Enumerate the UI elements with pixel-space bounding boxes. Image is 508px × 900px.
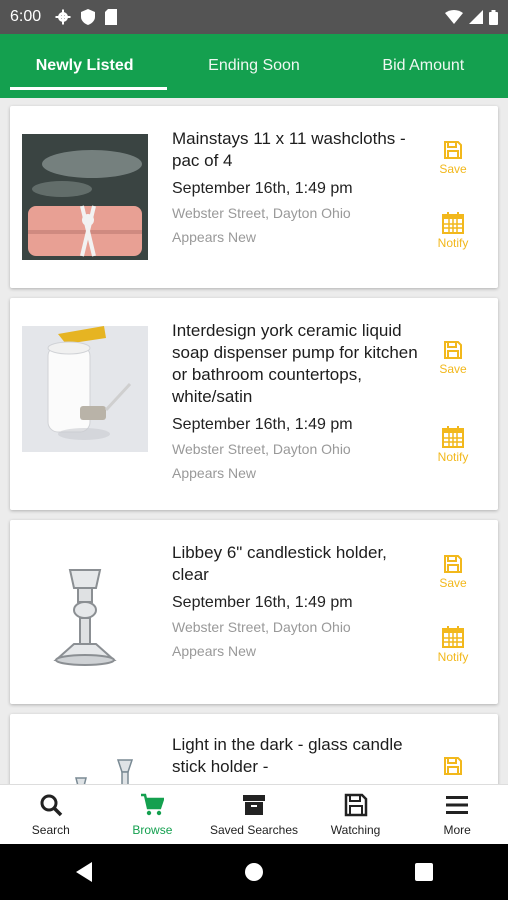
tab-newly-listed[interactable]: Newly Listed	[0, 34, 169, 98]
tab-bid-amount[interactable]: Bid Amount	[339, 34, 508, 98]
home-icon[interactable]	[243, 861, 265, 883]
archive-icon	[242, 794, 265, 815]
listing-condition: Appears New	[172, 465, 257, 481]
nav-label: More	[443, 822, 471, 837]
menu-icon	[446, 795, 469, 814]
save-button[interactable]	[428, 756, 478, 778]
product-image-candlestick	[22, 548, 148, 674]
nav-watching[interactable]: Watching	[305, 785, 407, 844]
listing-date: September 16th, 1:49 pm	[172, 594, 353, 611]
cart-icon	[141, 793, 165, 815]
nav-label: Search	[31, 822, 70, 837]
nav-saved-searches[interactable]: Saved Searches	[203, 785, 305, 844]
notify-button[interactable]: Notify	[428, 626, 478, 664]
sd-card-icon	[105, 9, 118, 25]
nav-more[interactable]: More	[406, 785, 508, 844]
save-label: Save	[439, 576, 467, 590]
system-nav-bar	[0, 844, 508, 900]
floppy-icon	[444, 341, 462, 359]
listing-date: September 16th, 1:49 pm	[172, 180, 353, 197]
listing-info: Interdesign york ceramic liquid soap dis…	[172, 320, 420, 481]
product-image-glass-candle-holders	[22, 742, 148, 784]
listing-card[interactable]: Mainstays 11 x 11 washcloths - pac of 4 …	[10, 106, 498, 288]
listing-info: Libbey 6" candlestick holder, clear Sept…	[172, 542, 420, 659]
listing-location: Webster Street, Dayton Ohio	[172, 619, 351, 635]
notify-button[interactable]: Notify	[428, 212, 478, 250]
nav-label: Watching	[330, 822, 381, 837]
listing-location: Webster Street, Dayton Ohio	[172, 205, 351, 221]
notify-button[interactable]: Notify	[428, 426, 478, 464]
listing-card[interactable]: Libbey 6" candlestick holder, clear Sept…	[10, 520, 498, 704]
back-icon[interactable]	[74, 861, 94, 883]
save-label: Save	[439, 162, 467, 176]
listing-title: Interdesign york ceramic liquid soap dis…	[172, 321, 418, 406]
calendar-icon	[442, 626, 464, 648]
notify-label: Notify	[437, 450, 469, 464]
status-time: 6:00	[10, 8, 42, 25]
settings-icon	[55, 9, 71, 25]
product-image-soap-dispenser	[22, 326, 148, 452]
floppy-icon	[444, 555, 462, 573]
save-button[interactable]: Save	[428, 340, 478, 376]
listing-location: Webster Street, Dayton Ohio	[172, 441, 351, 457]
listing-list[interactable]: Mainstays 11 x 11 washcloths - pac of 4 …	[0, 98, 508, 784]
listing-card[interactable]: Interdesign york ceramic liquid soap dis…	[10, 298, 498, 510]
listing-condition: Appears New	[172, 229, 257, 245]
listing-info: Light in the dark - glass candle stick h…	[172, 734, 420, 778]
notify-label: Notify	[437, 650, 469, 664]
floppy-icon	[344, 793, 367, 816]
listing-title: Mainstays 11 x 11 washcloths - pac of 4	[172, 129, 406, 170]
floppy-icon	[444, 757, 462, 775]
save-button[interactable]: Save	[428, 554, 478, 590]
nav-label: Browse	[132, 822, 173, 837]
bottom-nav: Search Browse Saved Searches Watching Mo…	[0, 784, 508, 844]
signal-icon	[469, 10, 483, 24]
tab-bar: Newly Listed Ending Soon Bid Amount	[0, 34, 508, 98]
calendar-icon	[442, 426, 464, 448]
save-label: Save	[439, 362, 467, 376]
floppy-icon	[444, 141, 462, 159]
shield-icon	[81, 9, 96, 25]
status-bar: 6:00	[0, 0, 508, 34]
save-button[interactable]: Save	[428, 140, 478, 176]
wifi-icon	[445, 10, 463, 24]
notify-label: Notify	[437, 236, 469, 250]
calendar-icon	[442, 212, 464, 234]
listing-card[interactable]: Light in the dark - glass candle stick h…	[10, 714, 498, 784]
listing-date: September 16th, 1:49 pm	[172, 416, 353, 433]
tab-ending-soon[interactable]: Ending Soon	[169, 34, 338, 98]
nav-search[interactable]: Search	[0, 785, 102, 844]
product-image-washcloths	[22, 134, 148, 260]
nav-browse[interactable]: Browse	[102, 785, 204, 844]
nav-label: Saved Searches	[209, 822, 299, 837]
listing-title: Light in the dark - glass candle stick h…	[172, 735, 403, 776]
listing-title: Libbey 6" candlestick holder, clear	[172, 543, 387, 584]
recents-icon[interactable]	[414, 862, 434, 882]
battery-icon	[489, 9, 498, 25]
listing-condition: Appears New	[172, 643, 257, 659]
search-icon	[40, 794, 63, 816]
listing-info: Mainstays 11 x 11 washcloths - pac of 4 …	[172, 128, 420, 245]
